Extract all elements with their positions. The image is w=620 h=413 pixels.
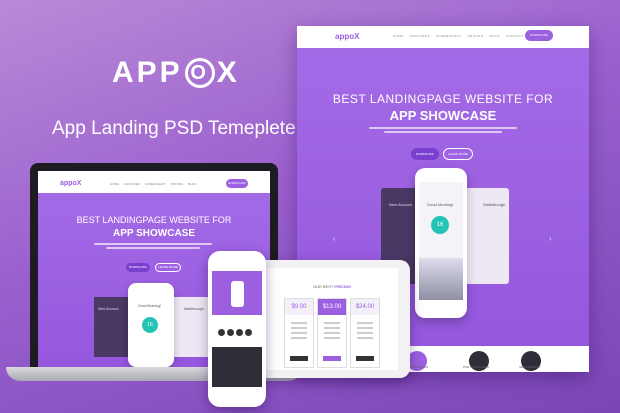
desktop-nav-download-button[interactable]: DOWNLOAD bbox=[525, 30, 553, 41]
laptop-nav-pricing[interactable]: PRICING bbox=[171, 182, 184, 186]
nav-link-blog[interactable]: BLOG bbox=[490, 34, 500, 38]
desktop-navbar: appoX HOME FEATURES SCREENSHOT PRICING BLOG C… bbox=[297, 26, 589, 48]
tablet-screen: OUR BEST PRICING $9.00 $13.00 $24.00 bbox=[266, 268, 398, 370]
phone-gallery bbox=[212, 347, 262, 387]
pricing-buy-button[interactable] bbox=[323, 356, 341, 361]
mountain-image bbox=[419, 258, 463, 300]
laptop-nav-links: HOME FEATURES SCREENSHOT PRICING BLOG bbox=[110, 182, 201, 186]
desktop-download-button[interactable]: DOWNLOAD bbox=[411, 148, 439, 160]
phone-preview-image bbox=[231, 281, 244, 307]
desktop-nav-links: HOME FEATURES SCREENSHOT PRICING BLOG CONTACT bbox=[393, 34, 530, 38]
laptop-nav-features[interactable]: FEATURES bbox=[124, 182, 140, 186]
laptop-new-account-label: New Account bbox=[98, 307, 119, 311]
pricing-card-standard: $13.00 bbox=[317, 298, 347, 368]
laptop-nav-blog[interactable]: BLOG bbox=[188, 182, 196, 186]
nav-link-contact[interactable]: CONTACT bbox=[506, 34, 524, 38]
laptop-nav-download-button[interactable]: DOWNLOAD bbox=[226, 179, 248, 188]
greeting-text: Good Morning! bbox=[427, 202, 454, 207]
hero-phone-screen: Good Morning! 16 bbox=[419, 182, 463, 300]
brand-logo-post: X bbox=[216, 56, 240, 89]
laptop-walkthrough-label: Walkthrough bbox=[184, 307, 204, 311]
desktop-hero-paragraph bbox=[369, 127, 517, 133]
pricing-title: OUR BEST PRICING bbox=[266, 284, 398, 289]
laptop-nav-home[interactable]: HOME bbox=[110, 182, 119, 186]
hero-phone: Good Morning! 16 bbox=[415, 168, 467, 318]
pricing-card-premium: $24.00 bbox=[350, 298, 380, 368]
walkthrough-card: Walkthrough bbox=[465, 188, 509, 284]
brand-logo-pre: APP bbox=[112, 56, 183, 89]
feature-dot-icon bbox=[227, 329, 234, 336]
product-subtitle: App Landing PSD Temeplete bbox=[52, 118, 296, 139]
laptop-headline: BEST LANDINGPAGE WEBSITE FOR bbox=[76, 215, 232, 225]
laptop-learn-more-button[interactable]: LEARN MORE bbox=[155, 263, 181, 272]
progress-ring: 16 bbox=[431, 216, 449, 234]
laptop-hero-paragraph bbox=[94, 243, 212, 251]
desktop-headline: BEST LANDINGPAGE WEBSITE FOR bbox=[332, 92, 554, 106]
nav-link-home[interactable]: HOME bbox=[393, 34, 404, 38]
pricing-title-pre: OUR BEST bbox=[312, 284, 335, 289]
laptop-site-logo: appoX bbox=[60, 180, 82, 187]
brand-logo-o: O bbox=[184, 58, 215, 88]
price-standard: $13.00 bbox=[318, 299, 346, 315]
slider-next-icon[interactable]: › bbox=[549, 236, 551, 243]
phone-hero bbox=[212, 271, 262, 315]
feature-label-2: PSD IS INCLUDED bbox=[463, 365, 490, 369]
desktop-learn-more-button[interactable]: LEARN MORE bbox=[443, 148, 473, 160]
price-basic: $9.00 bbox=[285, 299, 313, 315]
pricing-buy-button[interactable] bbox=[356, 356, 374, 361]
laptop-headline-strong: APP SHOWCASE bbox=[112, 228, 196, 239]
desktop-headline-strong: APP SHOWCASE bbox=[389, 108, 497, 123]
feature-dot-icon bbox=[236, 329, 243, 336]
phone-screen bbox=[212, 271, 262, 387]
laptop-progress-ring: 16 bbox=[142, 317, 158, 333]
brand-logo: APP O X bbox=[112, 56, 240, 90]
laptop-download-button[interactable]: DOWNLOAD bbox=[126, 263, 150, 272]
pricing-buy-button[interactable] bbox=[290, 356, 308, 361]
pricing-title-accent: PRICING bbox=[334, 284, 352, 289]
new-account-label: New Account bbox=[389, 202, 413, 207]
walkthrough-label: Walkthrough bbox=[483, 202, 506, 207]
nav-link-features[interactable]: FEATURES bbox=[410, 34, 430, 38]
desktop-site-logo: appoX bbox=[335, 32, 360, 41]
phone-feature-icons bbox=[218, 323, 256, 341]
laptop-greeting-text: Good Morning! bbox=[138, 304, 162, 308]
feature-dot-icon bbox=[245, 329, 252, 336]
feature-label-3: SEO FRIENDLY bbox=[519, 365, 541, 369]
feature-dot-icon bbox=[218, 329, 225, 336]
slider-prev-icon[interactable]: ‹ bbox=[333, 236, 335, 243]
pricing-card-basic: $9.00 bbox=[284, 298, 314, 368]
price-premium: $24.00 bbox=[351, 299, 379, 315]
nav-link-pricing[interactable]: PRICING bbox=[468, 34, 484, 38]
nav-link-screenshot[interactable]: SCREENSHOT bbox=[436, 34, 462, 38]
laptop-nav-screenshot[interactable]: SCREENSHOT bbox=[145, 182, 166, 186]
